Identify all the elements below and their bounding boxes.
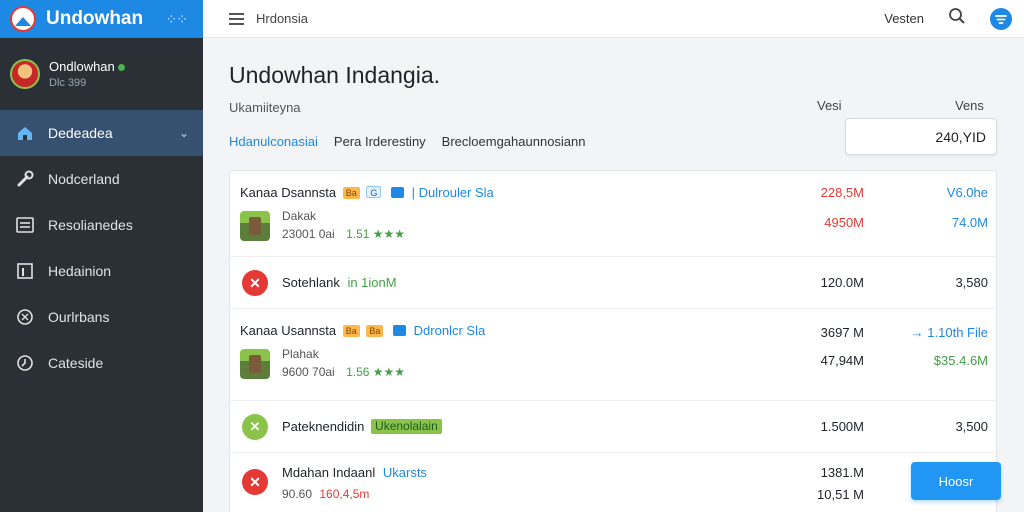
item-tag: in 1ionM: [347, 275, 397, 290]
size-filter-box[interactable]: 240,YID: [845, 118, 997, 155]
online-status-icon: [117, 64, 125, 71]
item-size-secondary: 4950M: [824, 215, 864, 230]
item-tag: Ukenolalain: [371, 419, 442, 434]
column-header-vers: Vens: [955, 98, 984, 113]
list-icon: [14, 214, 36, 236]
tab-hdanulconasiai[interactable]: Hdanulconasiai: [229, 134, 318, 153]
item-version-secondary: 74.0M: [951, 215, 988, 230]
item-size-highlight: 160,4,5m: [319, 487, 370, 501]
tab-brecloemgahaunnosiann[interactable]: Brecloemgahaunnosiann: [442, 134, 586, 153]
item-meta: 9600 70ai: [282, 365, 335, 379]
item-title: Sotehlank: [282, 275, 340, 290]
item-badge: Ba: [342, 325, 360, 337]
item-title: Mdahan Indaanl: [282, 465, 376, 480]
app-thumbnail-icon: [240, 349, 270, 379]
item-link[interactable]: Ukarsts: [383, 465, 427, 480]
error-icon: ✕: [242, 469, 268, 495]
list-item[interactable]: ✕ Mdahan Indaanl Ukarsts 90.60 160,4,5m …: [230, 453, 996, 512]
document-icon: [393, 325, 407, 336]
item-meta: 23001 0ai: [282, 227, 335, 241]
wifi-icon[interactable]: [990, 7, 1012, 30]
sidebar-item-ourlrbans[interactable]: Ourlrbans: [0, 294, 203, 340]
item-subtitle: Plahak: [282, 347, 319, 361]
item-badge: Ba: [342, 187, 360, 199]
tools-icon: [14, 168, 36, 190]
sidebar-item-label: Resolianedes: [48, 217, 133, 233]
item-title: Kanaa Dsannsta: [240, 185, 337, 200]
menu-icon[interactable]: [229, 12, 244, 25]
sidebar-item-dedeadea[interactable]: Dedeadea ⌄: [0, 110, 203, 156]
item-rating: 1.51 ★★★: [346, 227, 406, 241]
item-size: 228,5M: [820, 185, 864, 200]
tab-pera-irderestiny[interactable]: Pera Irderestiny: [334, 134, 426, 153]
sidebar-item-hedainion[interactable]: Hedainion: [0, 248, 203, 294]
user-profile[interactable]: Ondlowhan Dlc 399: [0, 38, 203, 110]
main-content: Undowhan Indangia. Ukamiiteyna Vesi Vens…: [203, 38, 1024, 512]
item-version-secondary: $35.4.6M: [933, 353, 988, 368]
item-size: 3697 M: [820, 325, 864, 340]
brand-bar: Undowhan ⁘⁘: [0, 0, 203, 38]
list-item[interactable]: ✕ Sotehlank in 1ionM 120.0M 3,580: [230, 257, 996, 309]
sidebar-item-resolianedes[interactable]: Resolianedes: [0, 202, 203, 248]
page-title: Undowhan Indangia.: [229, 62, 440, 88]
item-link[interactable]: Ddronlcr Sla: [414, 323, 486, 338]
item-size: 1.500M: [820, 419, 864, 434]
package-list: Kanaa Dsannsta Ba G | Dulrouler Sla Daka…: [229, 170, 997, 512]
sidebar-item-label: Ourlrbans: [48, 309, 110, 325]
list-item[interactable]: Kanaa Dsannsta Ba G | Dulrouler Sla Daka…: [230, 171, 996, 257]
list-item[interactable]: ✕ Pateknendidin Ukenolalain 1.500M 3,500: [230, 401, 996, 453]
profile-sub: Dlc 399: [49, 77, 87, 89]
search-icon[interactable]: [948, 7, 966, 30]
sidebar-item-label: Hedainion: [48, 263, 112, 279]
avatar: [10, 59, 40, 89]
item-meta: 90.60: [282, 487, 313, 501]
sidebar: Undowhan ⁘⁘ Ondlowhan Dlc 399 Dedeadea ⌄…: [0, 0, 203, 512]
item-title: Pateknendidin: [282, 419, 365, 434]
item-version: → 1.10th File: [910, 325, 988, 340]
success-icon: ✕: [242, 414, 268, 440]
topbar: Hrdonsia Vesten: [203, 0, 1024, 38]
brand-name: Undowhan: [46, 8, 144, 29]
top-title: Hrdonsia: [256, 11, 309, 26]
home-icon: [14, 122, 36, 144]
item-size-secondary: 47,94M: [820, 353, 864, 368]
item-link[interactable]: | Dulrouler Sla: [412, 185, 494, 200]
profile-name: Ondlowhan: [49, 59, 115, 74]
clock-icon: [14, 352, 36, 374]
sidebar-item-label: Cateside: [48, 355, 104, 371]
item-version: V6.0he: [946, 185, 988, 200]
item-title: Kanaa Usannsta: [240, 323, 337, 338]
item-version: 3,580: [955, 275, 988, 290]
list-item[interactable]: Kanaa Usannsta Ba Ba Ddronlcr Sla Plahak…: [230, 309, 996, 401]
item-version: 3,500: [955, 419, 988, 434]
chart-icon: [14, 260, 36, 282]
item-badge: Ba: [366, 325, 384, 337]
page-subtitle: Ukamiiteyna: [229, 100, 301, 115]
sidebar-item-nodcerland[interactable]: Nodcerland: [0, 156, 203, 202]
sidebar-item-cateside[interactable]: Cateside: [0, 340, 203, 386]
sidebar-item-label: Dedeadea: [48, 125, 113, 141]
brand-logo-icon: [10, 6, 36, 32]
settings-icon: [14, 306, 36, 328]
version-label[interactable]: Vesten: [884, 11, 924, 26]
tab-bar: Hdanulconasiai Pera Irderestiny Brecloem…: [229, 134, 586, 153]
item-size: 120.0M: [820, 275, 864, 290]
item-subtitle: Dakak: [282, 209, 317, 223]
app-thumbnail-icon: [240, 211, 270, 241]
document-icon: [391, 187, 405, 198]
chevron-down-icon[interactable]: ⌄: [179, 126, 189, 140]
apps-grid-icon[interactable]: ⁘⁘: [166, 11, 188, 28]
item-size-secondary: 10,51 M: [817, 487, 864, 502]
item-badge: G: [366, 186, 382, 198]
error-icon: ✕: [242, 270, 268, 296]
sidebar-item-label: Nodcerland: [48, 171, 120, 187]
item-size: 1381.M: [820, 465, 864, 480]
download-button[interactable]: Hoosr: [911, 462, 1001, 500]
column-header-ver: Vesi: [817, 98, 842, 113]
item-rating: 1.56 ★★★: [346, 365, 406, 379]
